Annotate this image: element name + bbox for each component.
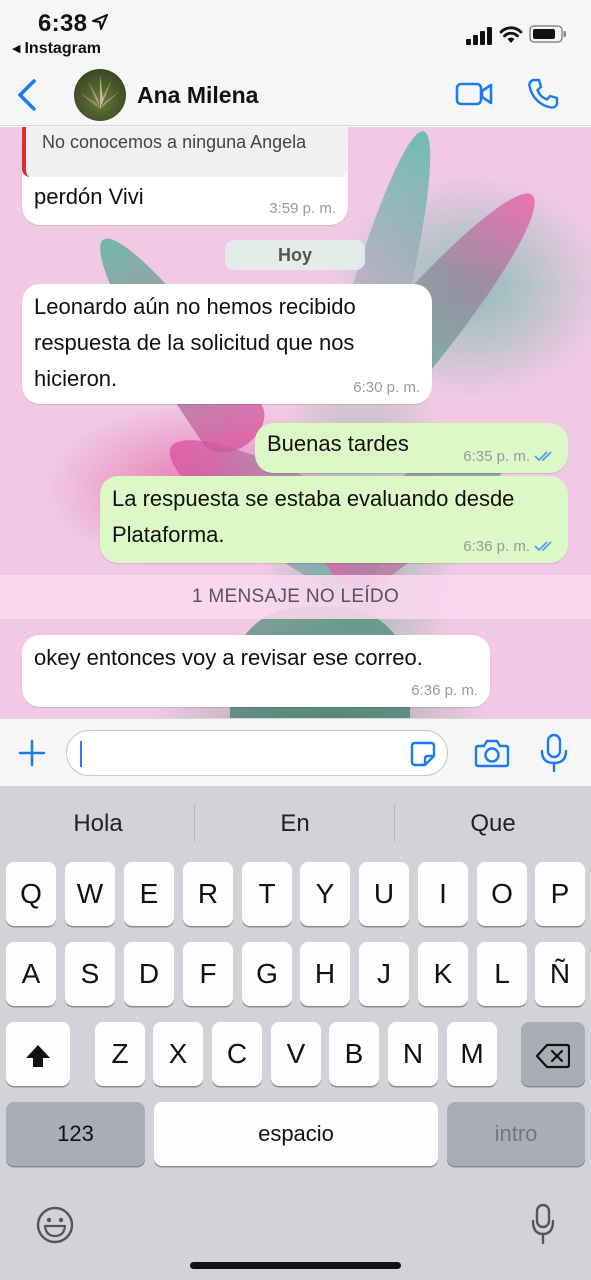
back-to-app-link[interactable]: ◀ Instagram xyxy=(12,40,101,58)
suggestion-item[interactable]: Hola xyxy=(0,810,196,838)
key-w[interactable]: W xyxy=(65,862,115,926)
key-z[interactable]: Z xyxy=(95,1022,145,1086)
read-ticks-icon xyxy=(534,541,552,552)
suggestion-item[interactable]: Que xyxy=(395,810,591,838)
message-input[interactable] xyxy=(66,730,448,776)
message-time: 6:30 p. m. xyxy=(353,379,420,396)
key-e[interactable]: E xyxy=(124,862,174,926)
message-text: Leonardo aún no hemos recibido xyxy=(34,294,356,319)
message-bubble-incoming[interactable]: No conocemos a ninguna Angela perdón Viv… xyxy=(22,127,348,225)
message-bubble-outgoing[interactable]: Buenas tardes 6:35 p. m. xyxy=(255,423,568,473)
key-s[interactable]: S xyxy=(65,942,115,1006)
message-meta: 6:35 p. m. xyxy=(463,448,556,465)
key-x[interactable]: X xyxy=(153,1022,203,1086)
video-call-icon[interactable] xyxy=(455,81,493,107)
text-caret xyxy=(80,741,82,767)
key-g[interactable]: G xyxy=(242,942,292,1006)
key-t[interactable]: T xyxy=(242,862,292,926)
suggestion-item[interactable]: En xyxy=(197,810,393,838)
sticker-icon[interactable] xyxy=(409,740,437,768)
contact-name[interactable]: Ana Milena xyxy=(137,82,258,109)
message-bubble-incoming[interactable]: Leonardo aún no hemos recibido respuesta… xyxy=(22,284,432,404)
chat-header: Ana Milena xyxy=(0,64,591,126)
key-b[interactable]: B xyxy=(329,1022,379,1086)
wifi-icon xyxy=(499,26,523,43)
suggestion-bar: Hola En Que xyxy=(0,786,591,862)
plus-icon[interactable] xyxy=(18,739,46,767)
key-j[interactable]: J xyxy=(359,942,409,1006)
key-q[interactable]: Q xyxy=(6,862,56,926)
battery-icon xyxy=(529,25,566,43)
key-m[interactable]: M xyxy=(447,1022,497,1086)
message-time: 3:59 p. m. xyxy=(269,200,336,217)
key-y[interactable]: Y xyxy=(300,862,350,926)
back-app-label: Instagram xyxy=(24,40,101,57)
read-ticks-icon xyxy=(534,451,552,462)
contact-avatar[interactable] xyxy=(74,69,126,121)
cellular-signal-icon xyxy=(466,27,492,45)
back-chevron-icon[interactable] xyxy=(14,78,40,112)
message-meta: 6:36 p. m. xyxy=(463,538,556,555)
key-c[interactable]: C xyxy=(212,1022,262,1086)
location-arrow-icon xyxy=(92,14,108,30)
key-o[interactable]: O xyxy=(477,862,527,926)
message-time: 6:36 p. m. xyxy=(463,538,530,555)
backspace-icon xyxy=(535,1043,571,1068)
shift-key[interactable] xyxy=(6,1022,70,1086)
key-k[interactable]: K xyxy=(418,942,468,1006)
key-r[interactable]: R xyxy=(183,862,233,926)
suggestion-divider xyxy=(194,804,195,842)
message-time: 6:35 p. m. xyxy=(463,448,530,465)
back-triangle-icon: ◀ xyxy=(12,43,21,55)
status-time: 6:38 xyxy=(38,10,88,37)
status-bar: 6:38 ◀ Instagram xyxy=(0,0,591,64)
message-text: okey entonces voy a revisar ese correo. xyxy=(34,645,423,670)
keyboard: Hola En Que Q W E R T Y U I O P A S D F … xyxy=(0,786,591,1280)
quoted-message-text: No conocemos a ninguna Angela xyxy=(42,132,307,152)
message-text: La respuesta se estaba evaluando desde xyxy=(112,486,515,511)
home-indicator[interactable] xyxy=(190,1262,401,1269)
backspace-key[interactable] xyxy=(521,1022,585,1086)
pineapple-photo-icon xyxy=(80,75,120,109)
key-v[interactable]: V xyxy=(271,1022,321,1086)
message-bubble-outgoing[interactable]: La respuesta se estaba evaluando desde P… xyxy=(100,476,568,563)
key-l[interactable]: L xyxy=(477,942,527,1006)
numbers-key[interactable]: 123 xyxy=(6,1102,145,1166)
quoted-message[interactable]: No conocemos a ninguna Angela xyxy=(22,127,348,177)
key-f[interactable]: F xyxy=(183,942,233,1006)
message-text: respuesta de la solicitud que nos xyxy=(34,330,355,355)
day-separator: Hoy xyxy=(225,240,365,270)
key-u[interactable]: U xyxy=(359,862,409,926)
shift-arrow-icon xyxy=(26,1044,50,1067)
key-i[interactable]: I xyxy=(418,862,468,926)
dictation-microphone-icon[interactable] xyxy=(531,1203,555,1245)
chat-area[interactable]: No conocemos a ninguna Angela perdón Viv… xyxy=(0,127,591,718)
key-p[interactable]: P xyxy=(535,862,585,926)
key-enye[interactable]: Ñ xyxy=(535,942,585,1006)
key-n[interactable]: N xyxy=(388,1022,438,1086)
message-input-bar xyxy=(0,718,591,786)
message-time: 6:36 p. m. xyxy=(411,682,478,699)
space-key[interactable]: espacio xyxy=(154,1102,438,1166)
message-bubble-incoming[interactable]: okey entonces voy a revisar ese correo. … xyxy=(22,635,490,707)
message-text: perdón Vivi xyxy=(34,184,144,209)
unread-messages-separator: 1 MENSAJE NO LEÍDO xyxy=(0,575,591,619)
key-d[interactable]: D xyxy=(124,942,174,1006)
key-h[interactable]: H xyxy=(300,942,350,1006)
microphone-icon[interactable] xyxy=(539,733,569,773)
voice-call-icon[interactable] xyxy=(526,77,560,111)
key-a[interactable]: A xyxy=(6,942,56,1006)
emoji-icon[interactable] xyxy=(35,1205,75,1245)
return-key[interactable]: intro xyxy=(447,1102,585,1166)
camera-icon[interactable] xyxy=(474,737,510,769)
